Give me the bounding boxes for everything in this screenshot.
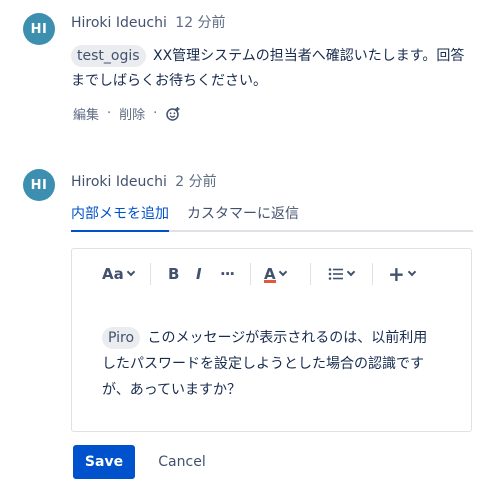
editor-toolbar: Aa B I ··· A +: [72, 249, 471, 299]
italic-button[interactable]: I: [196, 263, 202, 285]
chevron-down-icon: [346, 267, 356, 277]
author-name[interactable]: Hiroki Ideuchi: [71, 174, 167, 190]
text-style-label: Aa: [102, 265, 124, 283]
comment-author: Hiroki Ideuchi 12 分前: [71, 12, 226, 32]
comment-text-line: XX管理システムの担当者へ確認いたします。回答: [152, 48, 465, 64]
text-color-icon: A: [264, 265, 276, 283]
edit-link[interactable]: 編集: [73, 104, 99, 123]
bold-icon: B: [168, 265, 180, 283]
text-style-dropdown[interactable]: Aa: [102, 263, 135, 285]
comment-body: test_ogis XX管理システムの担当者へ確認いたします。回答 までしばらく…: [71, 44, 481, 94]
editor-text-line: このメッセージが表示されるのは、以前利用: [147, 330, 428, 346]
color-swatch: [264, 280, 276, 283]
plus-icon: +: [388, 262, 405, 286]
comment-type-tabs: 内部メモを追加 カスタマーに返信: [71, 203, 473, 232]
text-color-dropdown[interactable]: A: [264, 263, 287, 285]
italic-icon: I: [196, 265, 202, 283]
reply-timestamp: 2 分前: [175, 174, 217, 190]
reply-author: Hiroki Ideuchi 2 分前: [71, 171, 217, 191]
more-formatting-button[interactable]: ···: [220, 263, 235, 285]
toolbar-divider: [250, 263, 251, 285]
comment-actions: 編集 · 削除 ·: [73, 104, 181, 123]
chevron-down-icon: [126, 267, 135, 277]
toolbar-divider: [150, 263, 151, 285]
chevron-down-icon: [278, 267, 287, 277]
toolbar-divider: [310, 263, 311, 285]
editor-content[interactable]: Piro このメッセージが表示されるのは、以前利用 したパスワードを設定しようと…: [102, 325, 442, 403]
cancel-button[interactable]: Cancel: [149, 445, 215, 479]
list-dropdown[interactable]: [328, 263, 356, 285]
add-reaction-icon[interactable]: [165, 106, 181, 122]
insert-dropdown[interactable]: +: [388, 262, 417, 286]
user-mention[interactable]: test_ogis: [71, 45, 146, 67]
comment-editor[interactable]: Aa B I ··· A + Piro このメッセージが表示されるのは、以前利用…: [71, 248, 472, 432]
avatar[interactable]: HI: [23, 169, 55, 201]
user-mention[interactable]: Piro: [102, 327, 141, 349]
action-separator: ·: [107, 106, 112, 121]
toolbar-divider: [372, 263, 373, 285]
editor-text-line: したパスワードを設定しようとした場合の認識です: [102, 356, 424, 372]
tab-reply-to-customer[interactable]: カスタマーに返信: [187, 203, 299, 230]
avatar[interactable]: HI: [23, 13, 55, 45]
chevron-down-icon: [407, 267, 417, 277]
bold-button[interactable]: B: [168, 263, 179, 285]
editor-text-line: が、あっていますか？: [102, 382, 242, 398]
list-icon: [328, 268, 343, 280]
author-name[interactable]: Hiroki Ideuchi: [71, 15, 167, 31]
action-separator: ·: [153, 106, 158, 121]
tab-internal-note[interactable]: 内部メモを追加: [71, 203, 169, 232]
delete-link[interactable]: 削除: [119, 104, 145, 123]
comment-text-line: までしばらくお待ちください。: [71, 73, 267, 89]
comment-timestamp: 12 分前: [175, 15, 226, 31]
save-button[interactable]: Save: [73, 445, 135, 479]
more-icon: ···: [220, 265, 235, 283]
